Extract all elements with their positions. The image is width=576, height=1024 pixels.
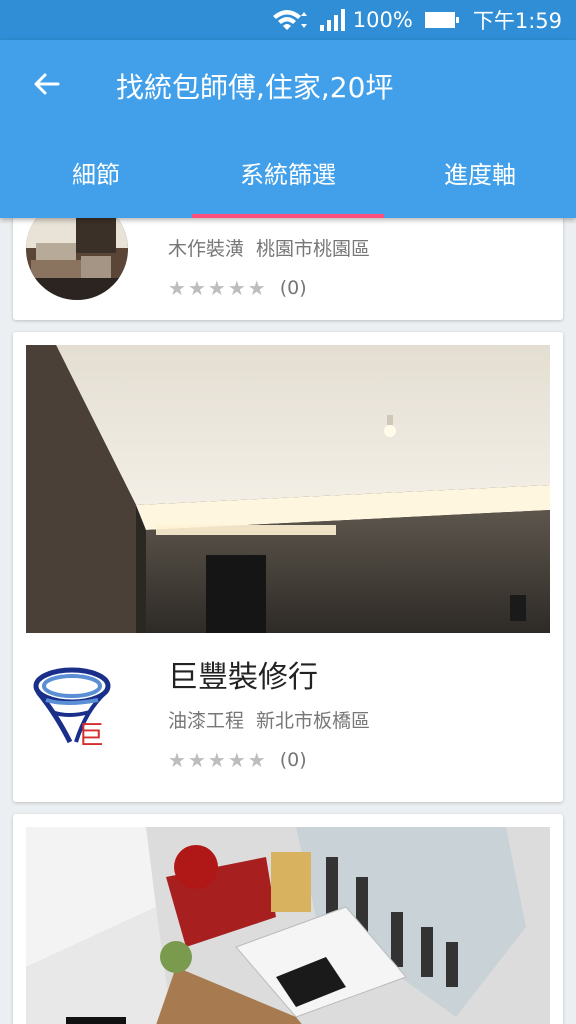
star-icon: ★ (187, 276, 206, 300)
contractor-card[interactable] (13, 814, 563, 1024)
rating: ★ ★ ★ ★ ★ (0) (168, 748, 307, 772)
back-button[interactable] (26, 64, 66, 104)
battery-icon (424, 12, 459, 28)
tab-details[interactable]: 細節 (0, 140, 192, 218)
star-icon: ★ (168, 748, 186, 772)
contractor-meta: 木作裝潢 桃園市桃園區 (168, 234, 370, 261)
signal-icon (319, 9, 345, 31)
star-icon: ★ (247, 748, 266, 772)
contractor-card[interactable]: 巨 巨豐裝修行 油漆工程 新北市板橋區 ★ ★ ★ ★ ★ (0) (13, 332, 563, 802)
status-bar: 100% 下午1:59 (0, 0, 576, 40)
star-icon: ★ (227, 276, 246, 300)
contractor-location: 桃園市桃園區 (256, 238, 371, 260)
star-icon: ★ (227, 748, 246, 772)
star-icon: ★ (207, 276, 226, 300)
wifi-icon (272, 10, 307, 30)
review-count: (0) (279, 749, 307, 771)
rating: ★ ★ ★ ★ ★ (0) (168, 276, 307, 300)
project-photo (26, 827, 550, 1024)
tab-bar: 細節 系統篩選 進度軸 (0, 140, 576, 218)
battery-percent: 100% (352, 8, 413, 32)
contractor-logo: 巨 (26, 656, 128, 758)
contractor-category: 油漆工程 (168, 710, 245, 732)
star-icon: ★ (207, 748, 226, 772)
contractor-meta: 油漆工程 新北市板橋區 (168, 706, 370, 733)
star-icon: ★ (247, 276, 266, 300)
tab-indicator (192, 214, 384, 218)
tab-timeline[interactable]: 進度軸 (384, 140, 576, 218)
page-title: 找統包師傅,住家,20坪 (116, 71, 394, 104)
contractor-location: 新北市板橋區 (256, 710, 371, 732)
project-photo (26, 345, 550, 633)
star-icon: ★ (187, 748, 206, 772)
contractor-list: 木作裝潢 桃園市桃園區 ★ ★ ★ ★ ★ (0) 巨 巨豐裝修行 油漆工程 新… (0, 218, 576, 1024)
contractor-avatar (26, 218, 128, 300)
back-arrow-icon (34, 73, 60, 95)
clock: 下午1:59 (472, 9, 562, 33)
logo-text: 巨 (78, 721, 104, 751)
review-count: (0) (279, 277, 307, 299)
app-bar: 找統包師傅,住家,20坪 細節 系統篩選 進度軸 (0, 40, 576, 218)
tab-system-filter[interactable]: 系統篩選 (192, 140, 384, 218)
contractor-category: 木作裝潢 (168, 238, 245, 260)
contractor-card[interactable]: 木作裝潢 桃園市桃園區 ★ ★ ★ ★ ★ (0) (13, 218, 563, 320)
contractor-name: 巨豐裝修行 (168, 660, 318, 695)
star-icon: ★ (168, 276, 186, 300)
